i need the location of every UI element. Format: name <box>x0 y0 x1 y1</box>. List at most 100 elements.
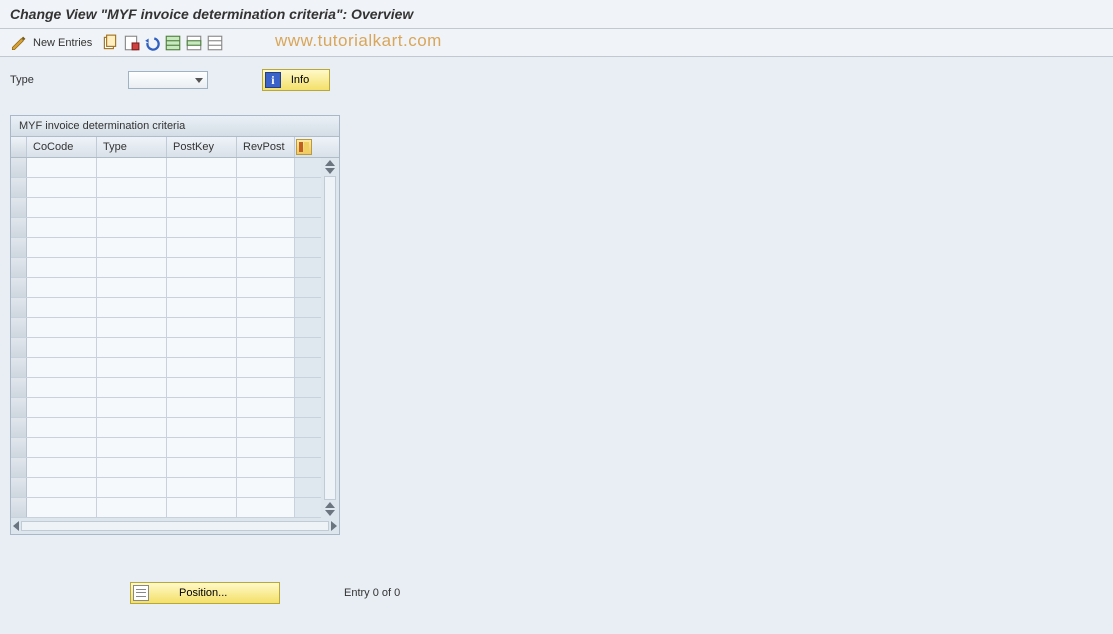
row-selector[interactable] <box>11 238 27 257</box>
cell-type[interactable] <box>97 358 167 377</box>
cell-type[interactable] <box>97 478 167 497</box>
cell-type[interactable] <box>97 218 167 237</box>
cell-postkey[interactable] <box>167 338 237 357</box>
row-selector[interactable] <box>11 478 27 497</box>
table-row[interactable] <box>11 278 321 298</box>
cell-type[interactable] <box>97 498 167 517</box>
cell-postkey[interactable] <box>167 318 237 337</box>
cell-cocode[interactable] <box>27 378 97 397</box>
cell-revpost[interactable] <box>237 298 295 317</box>
cell-type[interactable] <box>97 278 167 297</box>
row-selector[interactable] <box>11 338 27 357</box>
type-dropdown[interactable] <box>128 71 208 89</box>
cell-cocode[interactable] <box>27 458 97 477</box>
cell-postkey[interactable] <box>167 258 237 277</box>
cell-revpost[interactable] <box>237 178 295 197</box>
cell-type[interactable] <box>97 158 167 177</box>
row-selector[interactable] <box>11 198 27 217</box>
cell-cocode[interactable] <box>27 358 97 377</box>
cell-revpost[interactable] <box>237 238 295 257</box>
column-header-revpost[interactable]: RevPost <box>237 137 295 157</box>
cell-cocode[interactable] <box>27 318 97 337</box>
cell-revpost[interactable] <box>237 158 295 177</box>
cell-revpost[interactable] <box>237 278 295 297</box>
cell-revpost[interactable] <box>237 318 295 337</box>
table-row[interactable] <box>11 318 321 338</box>
cell-type[interactable] <box>97 178 167 197</box>
cell-type[interactable] <box>97 198 167 217</box>
cell-revpost[interactable] <box>237 418 295 437</box>
info-button[interactable]: i Info <box>262 69 330 91</box>
row-selector[interactable] <box>11 398 27 417</box>
copy-icon[interactable] <box>101 34 119 52</box>
cell-cocode[interactable] <box>27 418 97 437</box>
cell-cocode[interactable] <box>27 398 97 417</box>
delete-icon[interactable] <box>122 34 140 52</box>
scroll-up-icon[interactable] <box>325 160 335 166</box>
cell-cocode[interactable] <box>27 258 97 277</box>
position-button[interactable]: Position... <box>130 582 280 604</box>
row-selector[interactable] <box>11 378 27 397</box>
cell-postkey[interactable] <box>167 398 237 417</box>
select-all-icon[interactable] <box>164 34 182 52</box>
row-selector[interactable] <box>11 358 27 377</box>
row-selector[interactable] <box>11 158 27 177</box>
table-row[interactable] <box>11 418 321 438</box>
table-row[interactable] <box>11 358 321 378</box>
cell-cocode[interactable] <box>27 438 97 457</box>
table-row[interactable] <box>11 178 321 198</box>
cell-postkey[interactable] <box>167 418 237 437</box>
table-row[interactable] <box>11 498 321 518</box>
table-row[interactable] <box>11 438 321 458</box>
table-row[interactable] <box>11 338 321 358</box>
new-entries-button[interactable]: New Entries <box>31 37 98 49</box>
cell-revpost[interactable] <box>237 378 295 397</box>
cell-type[interactable] <box>97 338 167 357</box>
table-row[interactable] <box>11 198 321 218</box>
deselect-all-icon[interactable] <box>206 34 224 52</box>
scroll-down-icon[interactable] <box>325 510 335 516</box>
cell-cocode[interactable] <box>27 178 97 197</box>
table-row[interactable] <box>11 298 321 318</box>
table-row[interactable] <box>11 258 321 278</box>
cell-postkey[interactable] <box>167 358 237 377</box>
cell-revpost[interactable] <box>237 258 295 277</box>
row-selector[interactable] <box>11 458 27 477</box>
table-settings-icon[interactable] <box>296 139 312 155</box>
cell-postkey[interactable] <box>167 478 237 497</box>
toggle-display-change-icon[interactable] <box>10 34 28 52</box>
cell-type[interactable] <box>97 298 167 317</box>
cell-revpost[interactable] <box>237 218 295 237</box>
cell-type[interactable] <box>97 418 167 437</box>
cell-cocode[interactable] <box>27 158 97 177</box>
row-selector[interactable] <box>11 178 27 197</box>
column-header-type[interactable]: Type <box>97 137 167 157</box>
cell-postkey[interactable] <box>167 198 237 217</box>
cell-cocode[interactable] <box>27 218 97 237</box>
cell-cocode[interactable] <box>27 498 97 517</box>
cell-revpost[interactable] <box>237 338 295 357</box>
row-selector[interactable] <box>11 218 27 237</box>
cell-cocode[interactable] <box>27 298 97 317</box>
cell-postkey[interactable] <box>167 278 237 297</box>
scroll-left-icon[interactable] <box>13 521 19 531</box>
cell-cocode[interactable] <box>27 278 97 297</box>
cell-postkey[interactable] <box>167 378 237 397</box>
row-selector[interactable] <box>11 278 27 297</box>
cell-type[interactable] <box>97 258 167 277</box>
vertical-scrollbar[interactable] <box>321 158 339 518</box>
table-row[interactable] <box>11 158 321 178</box>
cell-cocode[interactable] <box>27 478 97 497</box>
cell-postkey[interactable] <box>167 438 237 457</box>
select-block-icon[interactable] <box>185 34 203 52</box>
table-row[interactable] <box>11 238 321 258</box>
table-row[interactable] <box>11 218 321 238</box>
cell-revpost[interactable] <box>237 198 295 217</box>
cell-type[interactable] <box>97 378 167 397</box>
cell-revpost[interactable] <box>237 478 295 497</box>
cell-cocode[interactable] <box>27 238 97 257</box>
undo-icon[interactable] <box>143 34 161 52</box>
table-row[interactable] <box>11 378 321 398</box>
table-row[interactable] <box>11 398 321 418</box>
row-selector[interactable] <box>11 318 27 337</box>
